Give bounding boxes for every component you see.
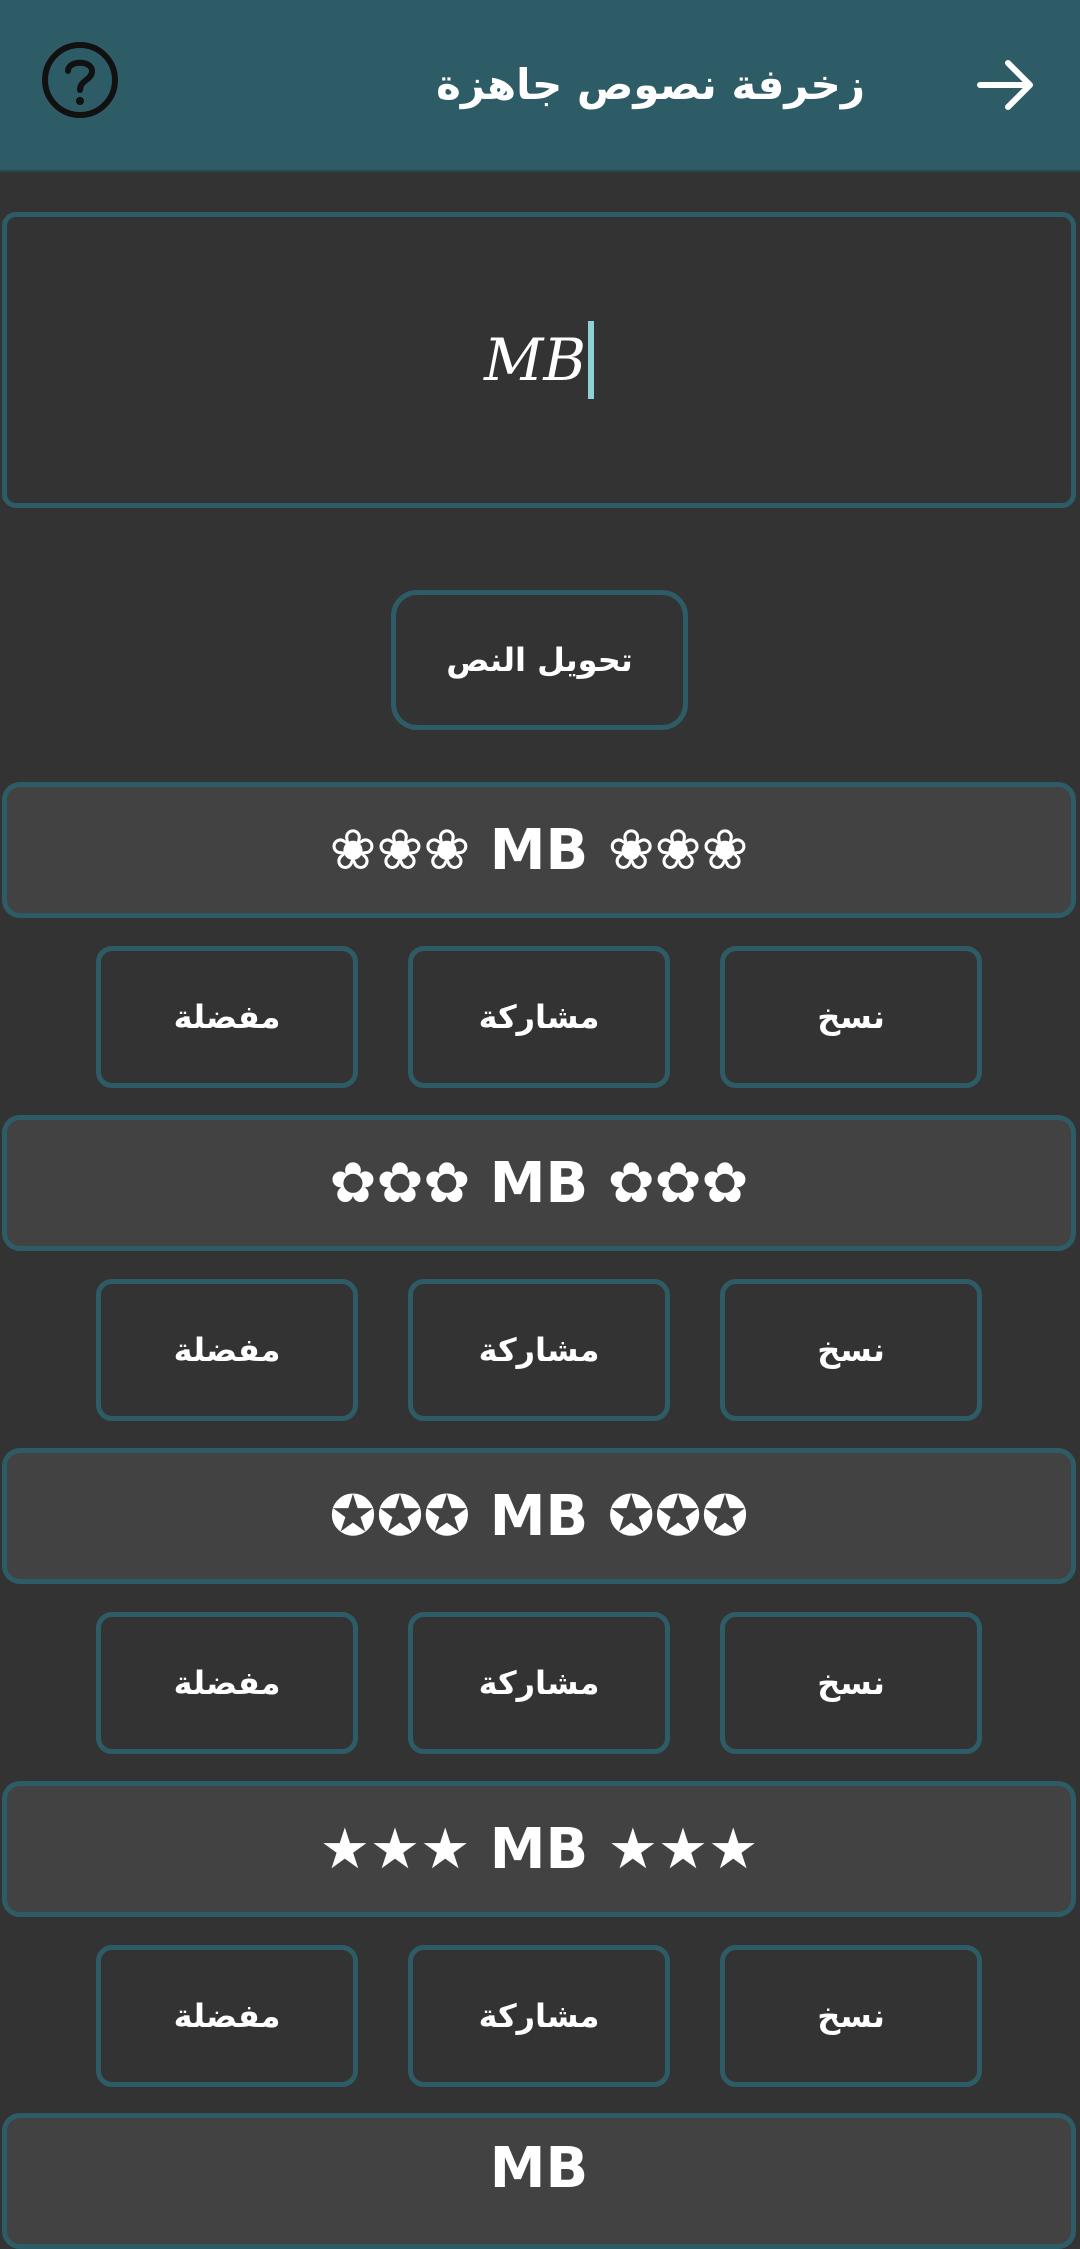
favorite-button[interactable]: مفضلة bbox=[96, 1945, 358, 2087]
share-button[interactable]: مشاركة bbox=[408, 1945, 670, 2087]
favorite-button[interactable]: مفضلة bbox=[96, 1612, 358, 1754]
decorated-text-result[interactable]: ✪✪✪ MB ✪✪✪ bbox=[2, 1448, 1076, 1584]
text-caret bbox=[588, 321, 594, 399]
help-button[interactable] bbox=[40, 40, 120, 120]
decorated-text-result[interactable]: ★★★ MB ★★★ bbox=[2, 1781, 1076, 1917]
page-title: زخرفة نصوص جاهزة bbox=[436, 60, 865, 109]
text-input[interactable]: MB bbox=[2, 212, 1076, 508]
help-circle-icon bbox=[42, 42, 118, 118]
share-button[interactable]: مشاركة bbox=[408, 1612, 670, 1754]
copy-button[interactable]: نسخ bbox=[720, 1945, 982, 2087]
arrow-forward-icon bbox=[977, 60, 1033, 110]
app-bar: زخرفة نصوص جاهزة bbox=[0, 0, 1080, 172]
decorated-text-result[interactable]: ✿✿✿ MB ✿✿✿ bbox=[2, 1115, 1076, 1251]
text-input-value: MB bbox=[483, 326, 586, 394]
share-button[interactable]: مشاركة bbox=[408, 1279, 670, 1421]
decorated-text-result[interactable]: ❀❀❀ MB ❀❀❀ bbox=[2, 782, 1076, 918]
convert-text-button[interactable]: تحويل النص bbox=[391, 590, 688, 730]
copy-button[interactable]: نسخ bbox=[720, 1279, 982, 1421]
copy-button[interactable]: نسخ bbox=[720, 946, 982, 1088]
copy-button[interactable]: نسخ bbox=[720, 1612, 982, 1754]
favorite-button[interactable]: مفضلة bbox=[96, 1279, 358, 1421]
decorated-text-result[interactable]: MB bbox=[2, 2113, 1076, 2249]
favorite-button[interactable]: مفضلة bbox=[96, 946, 358, 1088]
back-button[interactable] bbox=[970, 50, 1040, 120]
share-button[interactable]: مشاركة bbox=[408, 946, 670, 1088]
